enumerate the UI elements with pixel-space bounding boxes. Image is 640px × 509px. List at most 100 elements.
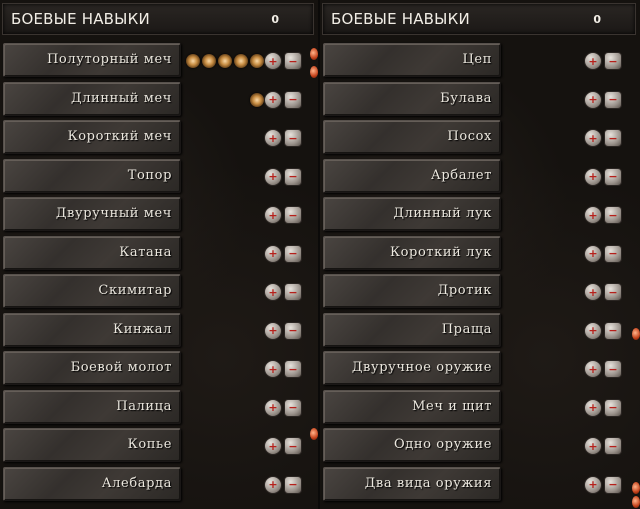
decrease-skill-button[interactable]: − — [284, 398, 302, 417]
increase-skill-button[interactable]: + — [264, 206, 282, 224]
increase-skill-button[interactable]: + — [264, 167, 282, 186]
skill-pip-icon — [234, 54, 248, 68]
decrease-skill-button[interactable]: − — [284, 321, 302, 340]
skill-pip-icon — [250, 54, 264, 68]
skill-tile[interactable]: Посох — [323, 120, 501, 154]
increase-skill-button[interactable]: + — [264, 360, 282, 378]
increase-skill-button[interactable]: + — [264, 129, 282, 147]
decrease-skill-button[interactable]: − — [284, 167, 302, 186]
skill-tile[interactable]: Короткий лук — [323, 235, 501, 270]
scroll-gem-icon[interactable] — [632, 482, 640, 494]
skill-row: Двуручное оружие + − — [320, 348, 640, 387]
skill-tile[interactable]: Алебарда — [3, 466, 181, 501]
skill-tile[interactable]: Цеп — [323, 43, 501, 77]
decrease-skill-button[interactable]: − — [284, 360, 302, 378]
skill-tile[interactable]: Скимитар — [3, 274, 181, 308]
skill-tile[interactable]: Палица — [3, 389, 181, 424]
scroll-gem-icon[interactable] — [310, 66, 318, 78]
skill-tile[interactable]: Меч и щит — [323, 389, 501, 424]
increase-skill-button[interactable]: + — [264, 398, 282, 417]
skill-tile[interactable]: Двуручный меч — [3, 197, 181, 231]
scroll-gem-icon[interactable] — [632, 496, 640, 508]
skill-tile[interactable]: Топор — [3, 158, 181, 193]
skill-row: Одно оружие + − — [320, 425, 640, 464]
scroll-gem-icon[interactable] — [310, 428, 318, 440]
decrease-skill-button[interactable]: − — [284, 52, 302, 70]
increase-skill-button[interactable]: + — [584, 244, 602, 263]
increase-skill-button[interactable]: + — [584, 52, 602, 70]
decrease-skill-button[interactable]: − — [284, 283, 302, 301]
increase-skill-button[interactable]: + — [584, 283, 602, 301]
skill-tile[interactable]: Катана — [3, 235, 181, 270]
skill-buttons: + − — [264, 52, 302, 70]
skill-points-counter: 0 — [271, 13, 279, 26]
decrease-skill-button[interactable]: − — [284, 206, 302, 224]
decrease-skill-button[interactable]: − — [604, 437, 622, 455]
skill-buttons: + − — [264, 90, 302, 109]
decrease-skill-button[interactable]: − — [284, 437, 302, 455]
increase-skill-button[interactable]: + — [264, 283, 282, 301]
increase-skill-button[interactable]: + — [264, 90, 282, 109]
increase-skill-button[interactable]: + — [584, 206, 602, 224]
skill-tile[interactable]: Арбалет — [323, 158, 501, 193]
skill-tile[interactable]: Длинный меч — [3, 81, 181, 116]
skill-level-pips — [250, 92, 264, 107]
decrease-skill-button[interactable]: − — [604, 475, 622, 494]
skill-tile[interactable]: Полуторный меч — [3, 43, 181, 77]
decrease-skill-button[interactable]: − — [604, 52, 622, 70]
skill-buttons: + − — [584, 283, 622, 301]
decrease-skill-button[interactable]: − — [604, 321, 622, 340]
skill-tile[interactable]: Праща — [323, 312, 501, 347]
increase-skill-button[interactable]: + — [584, 360, 602, 378]
skill-buttons: + − — [584, 52, 622, 70]
skill-tile[interactable]: Два вида оружия — [323, 466, 501, 501]
increase-skill-button[interactable]: + — [584, 167, 602, 186]
increase-skill-button[interactable]: + — [584, 129, 602, 147]
decrease-skill-button[interactable]: − — [604, 398, 622, 417]
decrease-skill-button[interactable]: − — [284, 244, 302, 263]
increase-skill-button[interactable]: + — [584, 475, 602, 494]
skill-pip-icon — [186, 54, 200, 68]
increase-skill-button[interactable]: + — [584, 90, 602, 109]
skill-name-label: Скимитар — [98, 283, 172, 298]
skill-name-label: Булава — [440, 90, 492, 106]
skill-tile[interactable]: Дротик — [323, 274, 501, 308]
skill-name-label: Короткий меч — [67, 129, 172, 144]
decrease-skill-button[interactable]: − — [604, 206, 622, 224]
decrease-skill-button[interactable]: − — [284, 475, 302, 494]
decrease-skill-button[interactable]: − — [604, 90, 622, 109]
increase-skill-button[interactable]: + — [584, 321, 602, 340]
skill-list: Цеп + − Булава + − Посох + − Арбалет + − Длинный лук… — [320, 40, 640, 502]
skill-tile[interactable]: Боевой молот — [3, 351, 181, 385]
decrease-skill-button[interactable]: − — [604, 244, 622, 263]
decrease-skill-button[interactable]: − — [284, 90, 302, 109]
decrease-skill-button[interactable]: − — [604, 129, 622, 147]
increase-skill-button[interactable]: + — [264, 475, 282, 494]
skill-tile[interactable]: Копье — [3, 428, 181, 462]
increase-skill-button[interactable]: + — [264, 437, 282, 455]
decrease-skill-button[interactable]: − — [604, 360, 622, 378]
skill-name-label: Арбалет — [430, 167, 492, 183]
increase-skill-button[interactable]: + — [584, 398, 602, 417]
skill-tile[interactable]: Кинжал — [3, 312, 181, 347]
skill-buttons: + − — [584, 129, 622, 147]
increase-skill-button[interactable]: + — [264, 321, 282, 340]
increase-skill-button[interactable]: + — [584, 437, 602, 455]
increase-skill-button[interactable]: + — [264, 244, 282, 263]
increase-skill-button[interactable]: + — [264, 52, 282, 70]
skill-tile[interactable]: Булава — [323, 81, 501, 116]
scroll-gem-icon[interactable] — [632, 328, 640, 340]
skill-tile[interactable]: Короткий меч — [3, 120, 181, 154]
skill-tile[interactable]: Одно оружие — [323, 428, 501, 462]
decrease-skill-button[interactable]: − — [284, 129, 302, 147]
skill-tile[interactable]: Двуручное оружие — [323, 351, 501, 385]
skill-name-label: Двуручный меч — [55, 206, 172, 221]
decrease-skill-button[interactable]: − — [604, 283, 622, 301]
skill-buttons: + − — [584, 206, 622, 224]
skill-name-label: Цеп — [462, 52, 492, 67]
skill-tile[interactable]: Длинный лук — [323, 197, 501, 231]
scroll-gem-icon[interactable] — [310, 48, 318, 60]
skill-row: Праща + − — [320, 310, 640, 349]
decrease-skill-button[interactable]: − — [604, 167, 622, 186]
skill-buttons: + − — [264, 129, 302, 147]
